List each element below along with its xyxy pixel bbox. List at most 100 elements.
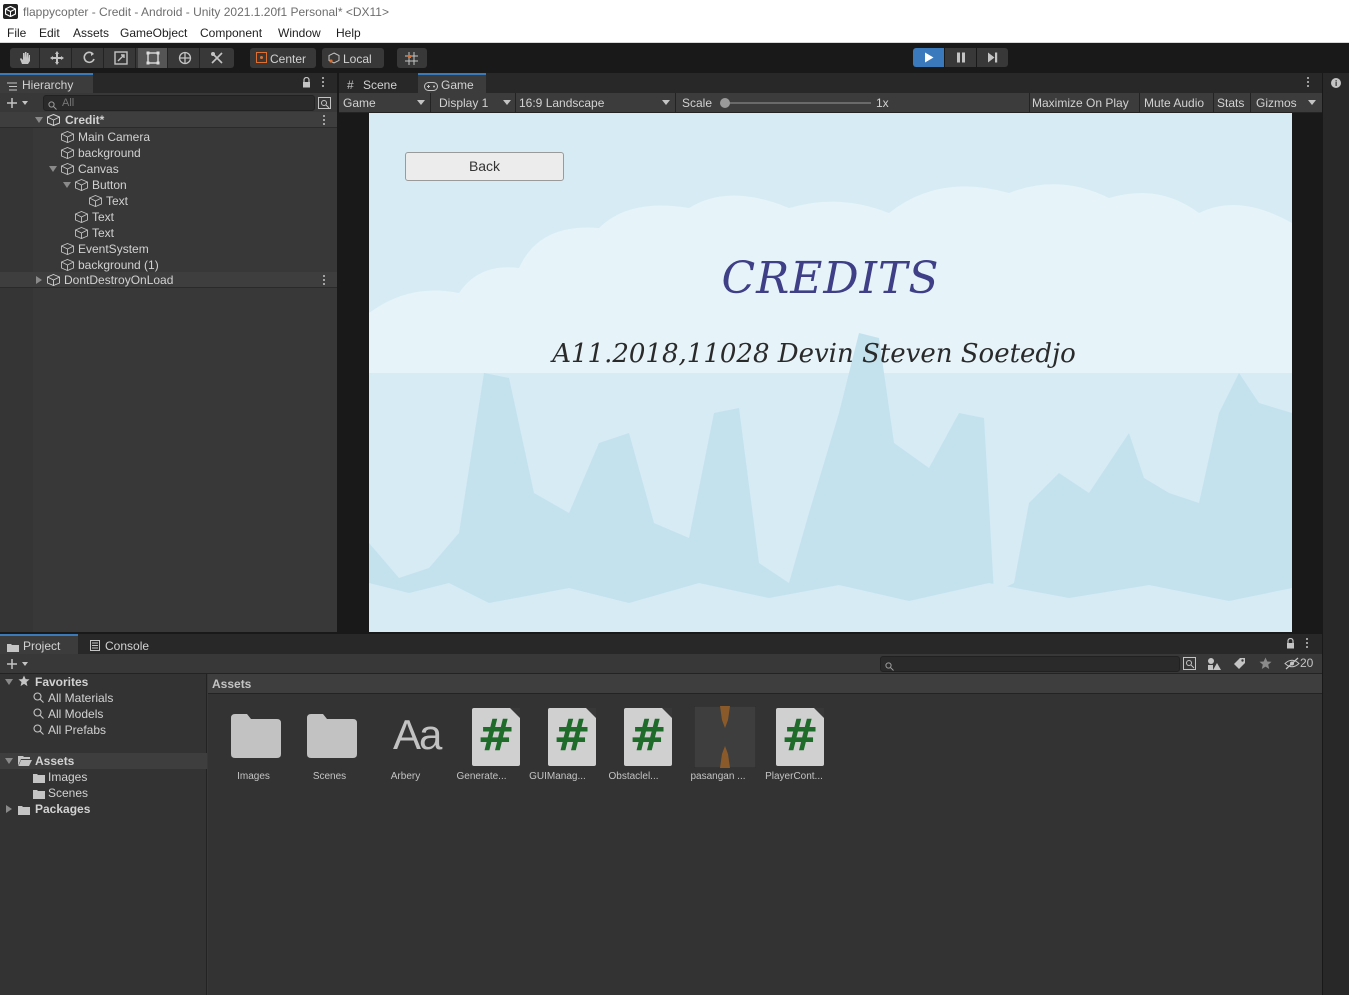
hierarchy-scene-dontdestroyonload[interactable]: DontDestroyOnLoad xyxy=(0,272,337,288)
tab-project[interactable]: Project xyxy=(0,634,78,654)
gizmos-toggle[interactable]: Gizmos xyxy=(1256,96,1297,110)
hierarchy-item-main-camera[interactable]: Main Camera xyxy=(0,129,337,145)
hierarchy-item-text[interactable]: Text xyxy=(0,225,337,241)
tab-game[interactable]: Game xyxy=(418,73,486,93)
expand-arrow-icon[interactable] xyxy=(63,182,71,188)
project-menu-icon[interactable] xyxy=(1306,638,1309,649)
expand-arrow-icon[interactable] xyxy=(5,758,13,764)
search-by-label-icon[interactable] xyxy=(1233,657,1246,670)
packages-folder[interactable]: Packages xyxy=(0,801,207,817)
play-button[interactable] xyxy=(913,48,944,67)
mute-audio-toggle[interactable]: Mute Audio xyxy=(1144,96,1204,110)
scene-menu-icon[interactable] xyxy=(323,275,326,286)
assets-folder-root[interactable]: Assets xyxy=(0,753,207,769)
search-by-type-icon[interactable] xyxy=(1207,657,1221,670)
maximize-on-play-toggle[interactable]: Maximize On Play xyxy=(1032,96,1129,110)
menu-component[interactable]: Component xyxy=(200,26,262,40)
view-menu-icon[interactable] xyxy=(1307,77,1310,88)
asset-script[interactable]: # GUIManag... xyxy=(521,706,597,786)
menu-help[interactable]: Help xyxy=(336,26,361,40)
project-asset-grid: Assets Images Scenes Aa Arbery # Generat… xyxy=(208,674,1322,995)
unity-scene-icon xyxy=(47,274,60,286)
hierarchy-menu-icon[interactable] xyxy=(322,77,325,88)
favorite-all-models[interactable]: All Models xyxy=(0,706,207,722)
collapse-arrow-icon[interactable] xyxy=(6,805,12,813)
asset-label: GUIManag... xyxy=(529,771,586,782)
dropdown-arrow-icon[interactable] xyxy=(1308,100,1316,105)
rect-tool-icon[interactable] xyxy=(138,48,168,68)
favorite-label: All Models xyxy=(48,707,104,721)
menu-edit[interactable]: Edit xyxy=(39,26,60,40)
expand-arrow-icon[interactable] xyxy=(35,117,43,123)
asset-folder-images[interactable]: Images xyxy=(217,706,293,786)
pause-button[interactable] xyxy=(945,48,976,67)
display-dropdown[interactable]: Display 1 xyxy=(439,96,488,110)
scale-slider-thumb[interactable] xyxy=(720,98,730,108)
hierarchy-item-label: background (1) xyxy=(78,258,159,272)
open-folder-icon xyxy=(18,755,32,766)
favorite-star-icon[interactable] xyxy=(1259,657,1272,670)
menu-assets[interactable]: Assets xyxy=(73,26,109,40)
asset-sprite-pasangan[interactable]: pasangan ... xyxy=(673,706,756,786)
step-icon xyxy=(988,52,998,63)
back-button[interactable]: Back xyxy=(405,152,564,181)
rotate-tool-icon[interactable] xyxy=(74,48,104,68)
menu-window[interactable]: Window xyxy=(278,26,321,40)
favorites-header[interactable]: Favorites xyxy=(0,674,207,690)
hierarchy-item-text[interactable]: Text xyxy=(0,209,337,225)
asset-breadcrumb[interactable]: Assets xyxy=(208,674,1322,694)
star-icon xyxy=(18,675,30,687)
folder-images[interactable]: Images xyxy=(0,769,207,785)
stats-toggle[interactable]: Stats xyxy=(1217,96,1244,110)
folder-scenes[interactable]: Scenes xyxy=(0,785,207,801)
info-icon[interactable]: i xyxy=(1331,78,1341,88)
pivot-space-toggle[interactable]: Local xyxy=(322,48,384,68)
custom-tool-icon[interactable] xyxy=(202,48,232,68)
transform-tool-icon[interactable] xyxy=(170,48,200,68)
project-search-input[interactable] xyxy=(880,656,1180,672)
aspect-dropdown[interactable]: 16:9 Landscape xyxy=(519,96,604,110)
grid-snap-button[interactable] xyxy=(397,48,427,68)
game-mode-dropdown[interactable]: Game xyxy=(343,96,376,110)
expand-arrow-icon[interactable] xyxy=(5,679,13,685)
create-add-icon[interactable] xyxy=(7,97,28,109)
hierarchy-item-button[interactable]: Button xyxy=(0,177,337,193)
lock-icon[interactable] xyxy=(302,76,311,88)
hierarchy-item-background[interactable]: background xyxy=(0,145,337,161)
pivot-mode-toggle[interactable]: Center xyxy=(250,48,316,68)
menu-file[interactable]: File xyxy=(7,26,26,40)
scale-slider-track[interactable] xyxy=(725,102,871,104)
scene-search-icon[interactable] xyxy=(318,97,331,109)
hierarchy-item-label: background xyxy=(78,146,141,160)
move-tool-icon[interactable] xyxy=(42,48,72,68)
step-button[interactable] xyxy=(977,48,1008,67)
scene-menu-icon[interactable] xyxy=(323,115,326,126)
asset-label: Obstaclel... xyxy=(608,771,659,782)
gamepad-icon xyxy=(424,80,438,91)
hierarchy-item-eventsystem[interactable]: EventSystem xyxy=(0,241,337,257)
asset-folder-scenes[interactable]: Scenes xyxy=(293,706,369,786)
hierarchy-item-button-text[interactable]: Text xyxy=(0,193,337,209)
search-by-scene-icon[interactable] xyxy=(1183,657,1196,670)
tab-scene[interactable]: # Scene xyxy=(339,73,417,93)
tab-console[interactable]: Console xyxy=(82,634,162,654)
collapse-arrow-icon[interactable] xyxy=(36,276,42,284)
asset-script[interactable]: # Generate... xyxy=(445,706,521,786)
hand-tool-icon[interactable] xyxy=(10,48,40,68)
hidden-packages-icon[interactable] xyxy=(1284,657,1300,670)
scale-tool-icon[interactable] xyxy=(106,48,136,68)
favorite-all-prefabs[interactable]: All Prefabs xyxy=(0,722,207,738)
asset-script[interactable]: # Obstaclel... xyxy=(597,706,673,786)
tab-hierarchy[interactable]: Hierarchy xyxy=(0,73,93,93)
create-add-icon[interactable] xyxy=(7,658,29,670)
hierarchy-item-background-1[interactable]: background (1) xyxy=(0,257,337,273)
expand-arrow-icon[interactable] xyxy=(49,166,57,172)
asset-font-arbery[interactable]: Aa Arbery xyxy=(369,706,445,786)
hierarchy-scene-credit[interactable]: Credit* xyxy=(0,112,337,128)
hierarchy-search-input[interactable]: All xyxy=(43,95,315,111)
asset-script[interactable]: # PlayerCont... xyxy=(749,706,825,786)
lock-icon[interactable] xyxy=(1286,637,1295,649)
hierarchy-item-canvas[interactable]: Canvas xyxy=(0,161,337,177)
menu-gameobject[interactable]: GameObject xyxy=(120,26,187,40)
favorite-all-materials[interactable]: All Materials xyxy=(0,690,207,706)
